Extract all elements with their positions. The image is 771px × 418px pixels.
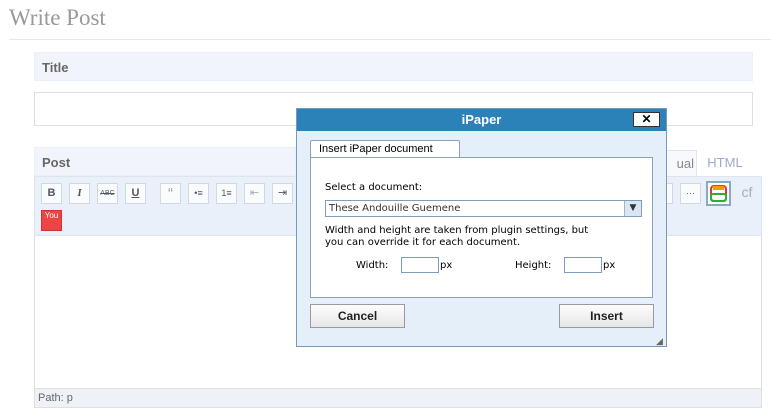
insert-button[interactable]: Insert bbox=[559, 304, 654, 328]
path-bar: Path: p bbox=[34, 388, 762, 408]
resize-grip-icon[interactable]: ◢ bbox=[656, 337, 664, 346]
width-unit: px bbox=[440, 260, 453, 271]
height-unit: px bbox=[603, 260, 616, 271]
indent-button[interactable]: ⇥ bbox=[272, 183, 293, 204]
blockquote-button[interactable]: “ bbox=[160, 183, 181, 204]
page-title: Write Post bbox=[9, 5, 106, 30]
height-label: Height: bbox=[515, 260, 552, 271]
title-separator bbox=[9, 39, 771, 40]
youtube-button[interactable]: You bbox=[41, 210, 62, 231]
height-input[interactable] bbox=[564, 257, 602, 273]
ipaper-icon bbox=[710, 185, 727, 202]
ipaper-button[interactable] bbox=[706, 181, 731, 206]
post-heading: Post bbox=[34, 147, 296, 176]
tab-insert-ipaper[interactable]: Insert iPaper document bbox=[310, 140, 460, 158]
bullet-list-button[interactable]: •≡ bbox=[188, 183, 209, 204]
title-heading: Title bbox=[34, 52, 753, 81]
strikethrough-button[interactable]: ABC bbox=[97, 183, 118, 204]
bold-button[interactable]: B bbox=[41, 183, 62, 204]
more-button[interactable]: ⋯ bbox=[680, 183, 701, 204]
chevron-down-icon: ▼ bbox=[624, 201, 641, 216]
cf-button[interactable]: cf bbox=[735, 183, 759, 204]
width-input[interactable] bbox=[401, 257, 439, 273]
italic-button[interactable]: I bbox=[69, 183, 90, 204]
dialog-title: iPaper bbox=[297, 109, 666, 131]
size-note-line2: you can override it for each document. bbox=[325, 237, 521, 248]
width-label: Width: bbox=[356, 260, 389, 271]
close-icon: ✕ bbox=[641, 112, 652, 126]
select-label: Select a document: bbox=[325, 182, 423, 193]
close-button[interactable]: ✕ bbox=[633, 112, 660, 127]
numbered-list-button[interactable]: 1≡ bbox=[216, 183, 237, 204]
dialog-panel: Select a document: These Andouille Gueme… bbox=[310, 157, 653, 298]
ipaper-dialog: iPaper ✕ Insert iPaper document Select a… bbox=[296, 108, 667, 347]
tab-html[interactable]: HTML bbox=[697, 150, 753, 176]
document-select-value: These Andouille Guemene bbox=[329, 203, 461, 214]
size-note-line1: Width and height are taken from plugin s… bbox=[325, 225, 589, 236]
cancel-button[interactable]: Cancel bbox=[310, 304, 405, 328]
underline-button[interactable]: U bbox=[125, 183, 146, 204]
youtube-icon: You bbox=[44, 211, 59, 220]
document-select[interactable]: These Andouille Guemene ▼ bbox=[325, 200, 642, 217]
outdent-button[interactable]: ⇤ bbox=[244, 183, 265, 204]
